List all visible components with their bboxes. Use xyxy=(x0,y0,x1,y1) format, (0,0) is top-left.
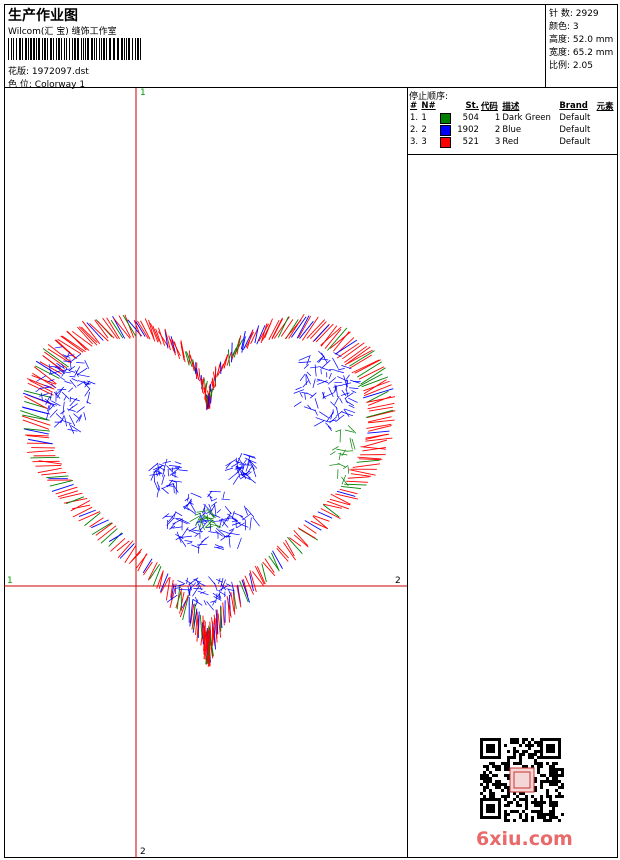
row-needle: 1 xyxy=(421,113,427,123)
col-stitches: St. xyxy=(465,101,479,111)
row-code: 1 xyxy=(494,113,501,123)
barcode xyxy=(8,38,141,60)
col-swatch xyxy=(439,100,454,112)
panel-divider xyxy=(408,154,618,155)
axis-left-label: 1 xyxy=(7,576,13,586)
row-description: Blue xyxy=(502,125,522,135)
col-index: # xyxy=(410,101,418,111)
row-needle: 2 xyxy=(421,125,427,135)
row-stitches: 521 xyxy=(462,137,479,147)
row-code: 2 xyxy=(494,125,501,135)
row-brand: Default xyxy=(559,125,591,135)
color-count: 颜色: 3 xyxy=(549,22,579,32)
stitch-count: 针 数: 2929 xyxy=(549,9,599,19)
table-row: 2. 2 1902 2 Blue Default xyxy=(409,124,617,136)
row-index: 2. xyxy=(410,125,419,135)
color-swatch xyxy=(439,124,451,136)
header: 生产作业图 Wilcom(汇 宝) 缝饰工作室 花版: 1972097.dst … xyxy=(4,4,618,90)
row-description: Red xyxy=(502,137,519,147)
row-index: 3. xyxy=(410,137,419,147)
design-canvas: 1 1 2 2 xyxy=(4,88,408,858)
page-title: 生产作业图 xyxy=(8,8,78,24)
row-description: Dark Green xyxy=(502,113,551,123)
col-brand: Brand xyxy=(559,101,588,111)
axis-top-label: 1 xyxy=(140,88,146,98)
table-row: 1. 1 504 1 Dark Green Default xyxy=(409,112,617,124)
watermark: 6xiu.com xyxy=(476,828,573,850)
design-scale: 比例: 2.05 xyxy=(549,61,593,71)
table-row: 3. 3 521 3 Red Default xyxy=(409,136,617,148)
design-width: 宽度: 65.2 mm xyxy=(549,48,614,58)
axis-right-label: 2 xyxy=(395,576,401,586)
file-value: 1972097.dst xyxy=(31,67,89,77)
row-needle: 3 xyxy=(421,137,427,147)
col-needle: N# xyxy=(421,101,436,111)
embroidery-preview xyxy=(4,88,407,858)
color-swatch xyxy=(439,112,451,124)
row-brand: Default xyxy=(559,137,591,147)
stop-sequence-table: # N# St. 代码 描述 Brand 元素 1. 1 504 1 Dark … xyxy=(409,100,617,148)
company-name: Wilcom(汇 宝) 缝饰工作室 xyxy=(8,27,117,37)
file-row: 花版: 1972097.dst xyxy=(8,64,89,77)
design-height: 高度: 52.0 mm xyxy=(549,35,614,45)
row-stitches: 504 xyxy=(462,113,479,123)
table-header-row: # N# St. 代码 描述 Brand 元素 xyxy=(409,100,617,112)
color-swatch xyxy=(439,136,451,148)
col-element: 元素 xyxy=(596,102,614,112)
col-code: 代码 xyxy=(480,102,498,112)
qr-code xyxy=(480,738,564,822)
stats-panel: 针 数: 2929 颜色: 3 高度: 52.0 mm 宽度: 65.2 mm … xyxy=(545,4,618,87)
stop-sequence-panel: 停止顺序: # N# St. 代码 描述 Brand 元素 1. 1 504 1… xyxy=(408,88,618,858)
row-code: 3 xyxy=(494,137,501,147)
row-index: 1. xyxy=(410,113,419,123)
col-description: 描述 xyxy=(502,102,520,112)
header-info: 生产作业图 Wilcom(汇 宝) 缝饰工作室 花版: 1972097.dst … xyxy=(4,4,544,90)
axis-bottom-label: 2 xyxy=(140,847,146,857)
row-stitches: 1902 xyxy=(457,125,479,135)
row-brand: Default xyxy=(559,113,591,123)
file-label: 花版: xyxy=(8,67,30,77)
